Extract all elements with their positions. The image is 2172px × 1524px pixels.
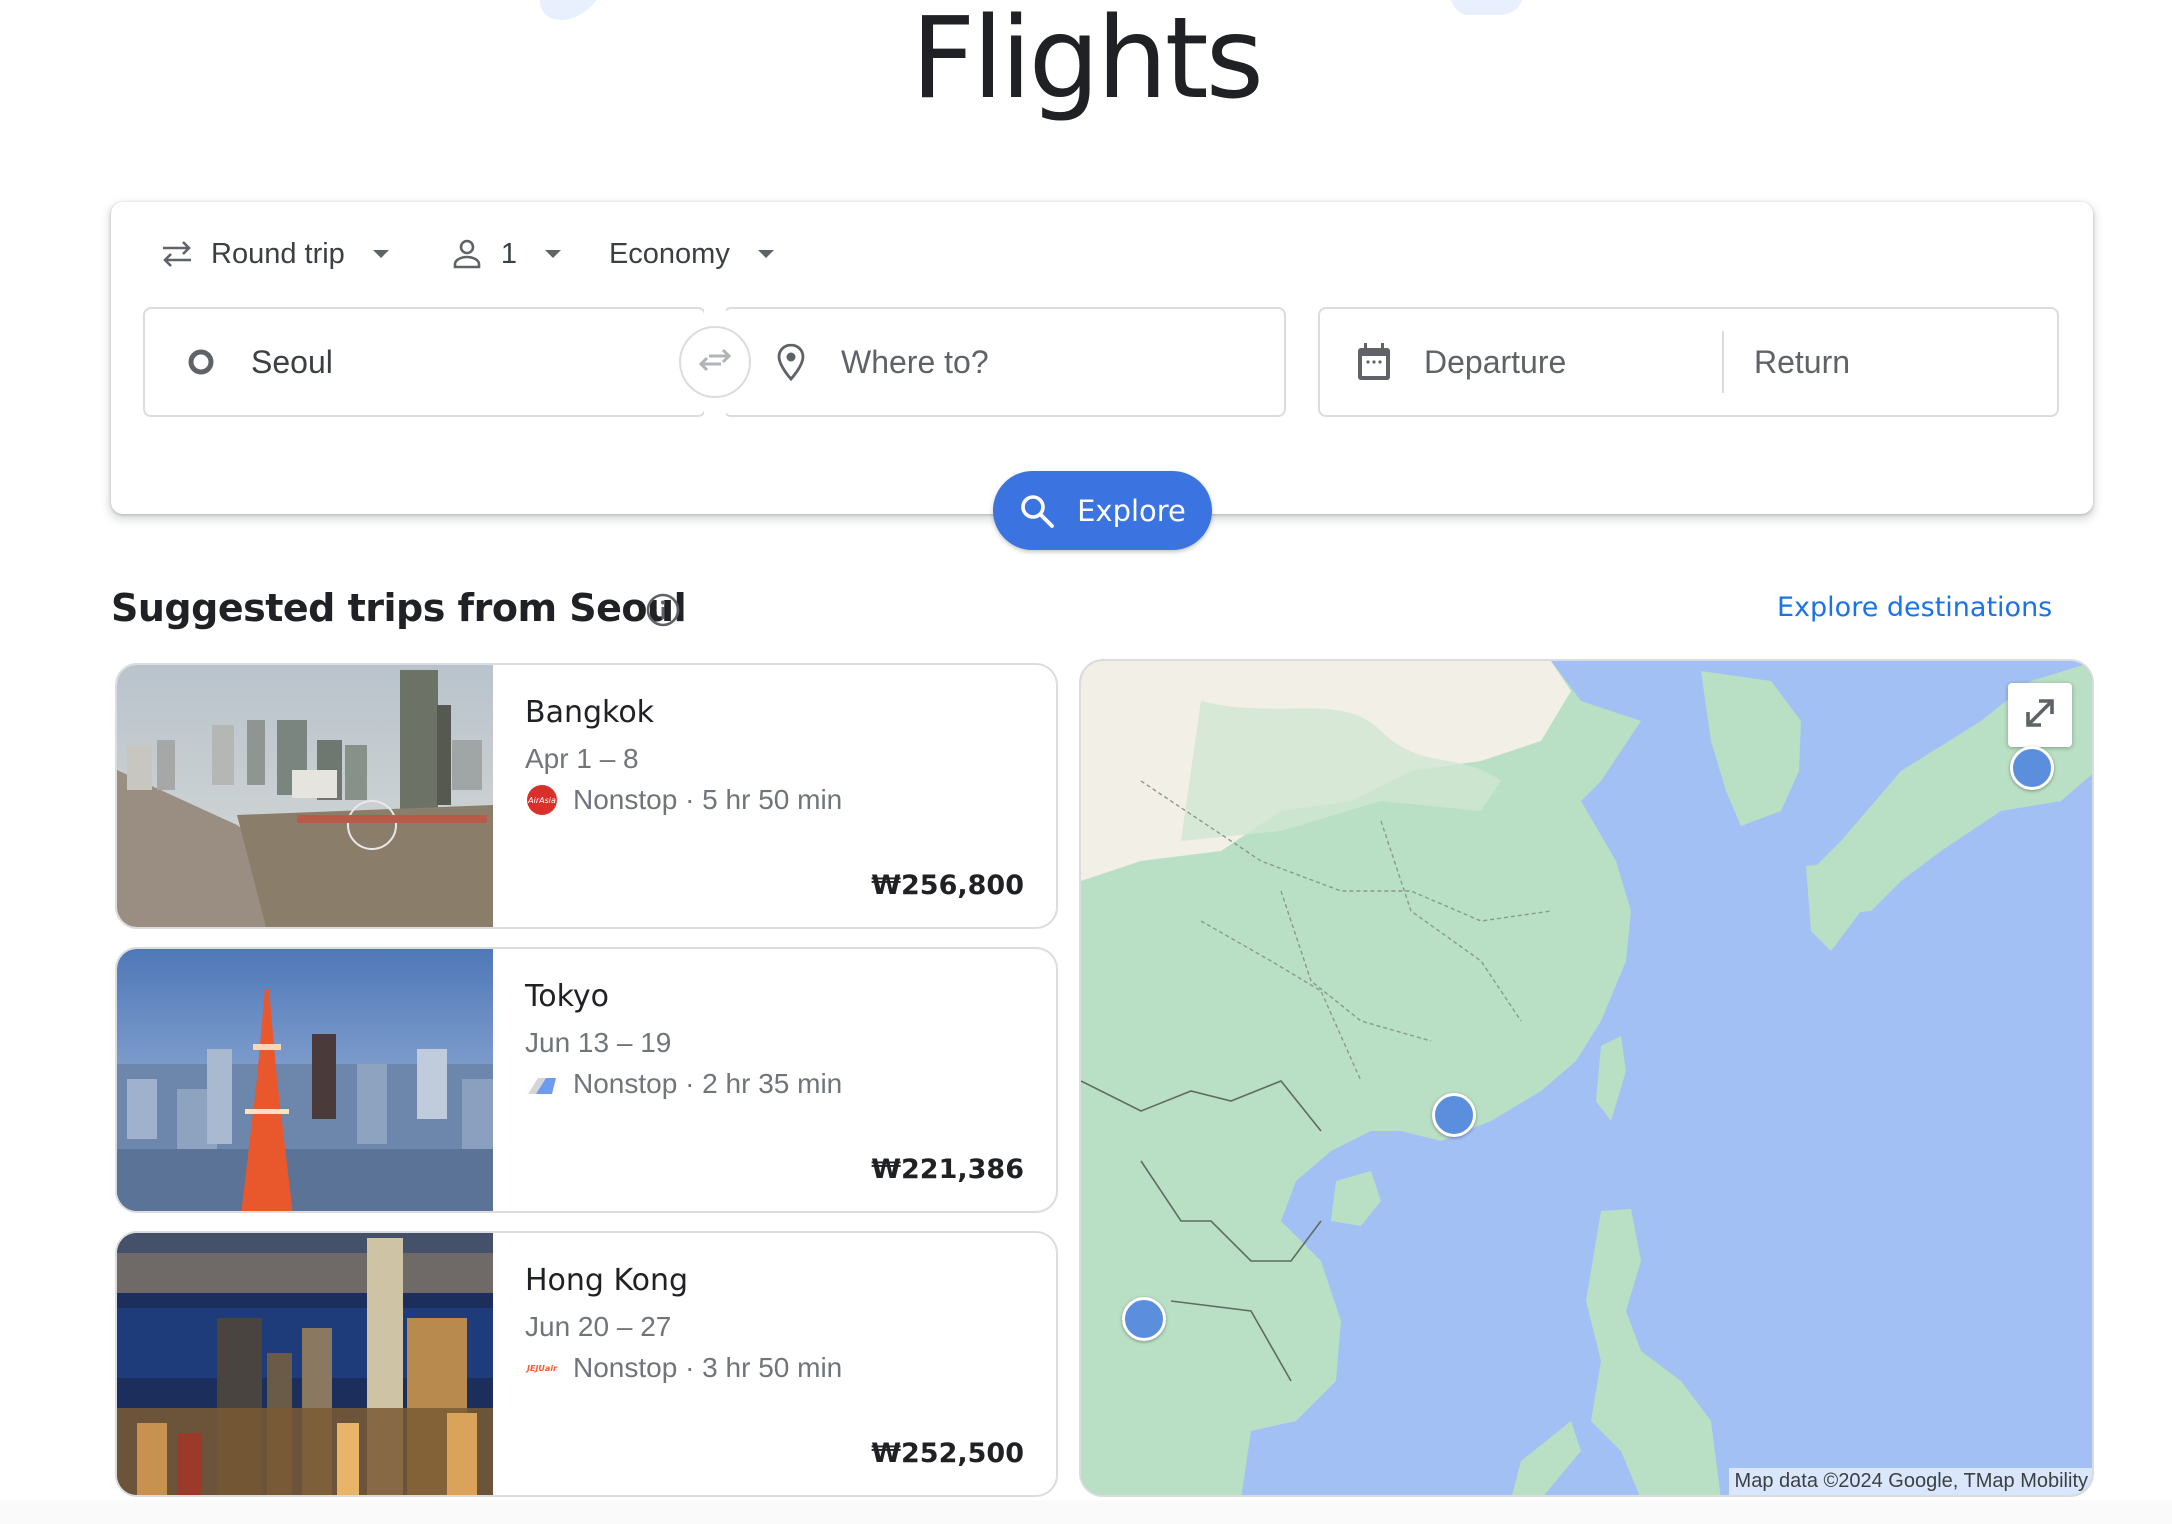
expand-map-button[interactable]: [2008, 683, 2072, 747]
swap-arrows-icon: [695, 345, 735, 380]
trip-dates: Apr 1 – 8: [525, 743, 639, 774]
passengers-value: 1: [500, 237, 517, 270]
destinations-map[interactable]: Map data ©2024 Google, TMap Mobility: [1079, 659, 2094, 1497]
destination-photo: [117, 1233, 493, 1495]
expand-icon: [2020, 693, 2060, 738]
swap-horiz-icon: [159, 236, 195, 272]
cabin-class-value: Economy: [608, 237, 730, 270]
page-bottom-band: [0, 1500, 2172, 1524]
info-icon[interactable]: [645, 592, 681, 628]
destination-photo: [117, 665, 493, 927]
map-attribution: Map data ©2024 Google, TMap Mobility: [1728, 1468, 2092, 1495]
airline-logo-airpremia-icon: [525, 1067, 559, 1101]
trip-card[interactable]: Tokyo Jun 13 – 19 Nonstop · 2 hr 35 min …: [115, 947, 1058, 1213]
location-pin-icon: [771, 342, 811, 382]
svg-text:JEJUair: JEJUair: [525, 1364, 558, 1373]
trip-price: ₩252,500: [871, 1438, 1024, 1469]
map-marker-bangkok[interactable]: [1122, 1297, 1166, 1341]
flight-summary: Nonstop · 5 hr 50 min: [573, 784, 843, 815]
trip-city: Hong Kong: [525, 1263, 689, 1298]
trip-info: Hong Kong Jun 20 – 27 JEJUair Nonstop · …: [525, 1233, 1026, 1495]
explore-button[interactable]: Explore: [993, 471, 1212, 550]
departure-date-input[interactable]: Departure: [1354, 309, 1722, 415]
map-base-layer: [1081, 661, 2092, 1495]
origin-value: Seoul: [251, 343, 333, 380]
return-placeholder: Return: [1754, 343, 1851, 380]
chevron-down-icon: [757, 250, 774, 258]
trip-price: ₩221,386: [871, 1154, 1024, 1185]
return-date-input[interactable]: Return: [1724, 309, 2057, 415]
trip-city: Tokyo: [525, 979, 609, 1014]
passengers-select[interactable]: 1: [449, 230, 561, 278]
trip-price: ₩256,800: [871, 870, 1024, 901]
airline-logo-airasia-icon: AirAsia: [525, 783, 559, 817]
trip-info: Bangkok Apr 1 – 8 AirAsia Nonstop · 5 hr…: [525, 665, 1026, 927]
flight-summary: Nonstop · 3 hr 50 min: [573, 1352, 843, 1383]
chevron-down-icon: [372, 250, 389, 258]
svg-text:AirAsia: AirAsia: [527, 796, 556, 805]
trip-type-value: Round trip: [211, 237, 345, 270]
swap-locations-button[interactable]: [679, 326, 751, 398]
origin-input[interactable]: Seoul: [143, 307, 706, 417]
explore-destinations-link[interactable]: Explore destinations: [1777, 592, 2052, 623]
departure-placeholder: Departure: [1424, 343, 1567, 380]
cabin-class-select[interactable]: Economy: [609, 230, 774, 278]
page-title: Flights: [911, 0, 1264, 124]
trip-info: Tokyo Jun 13 – 19 Nonstop · 2 hr 35 min …: [525, 949, 1026, 1211]
person-icon: [449, 236, 485, 272]
section-title: Suggested trips from Seoul: [111, 586, 687, 630]
search-icon: [1019, 493, 1055, 529]
map-marker-hong-kong[interactable]: [1432, 1093, 1476, 1137]
calendar-icon: [1354, 342, 1394, 382]
trip-dates: Jun 20 – 27: [525, 1311, 672, 1342]
circle-origin-icon: [181, 342, 221, 382]
search-options-row: Round trip 1 Economy: [159, 230, 774, 278]
trip-city: Bangkok: [525, 695, 655, 730]
destination-placeholder: Where to?: [841, 343, 989, 380]
trip-flight-info: JEJUair Nonstop · 3 hr 50 min: [525, 1351, 842, 1385]
trip-flight-info: AirAsia Nonstop · 5 hr 50 min: [525, 783, 842, 817]
chevron-down-icon: [544, 250, 561, 258]
destination-photo: [117, 949, 493, 1211]
date-range-input: Departure Return: [1318, 307, 2059, 417]
trip-card[interactable]: Bangkok Apr 1 – 8 AirAsia Nonstop · 5 hr…: [115, 663, 1058, 929]
trip-card[interactable]: Hong Kong Jun 20 – 27 JEJUair Nonstop · …: [115, 1231, 1058, 1497]
search-panel: Round trip 1 Economy Seoul Where to? Dep…: [111, 202, 2093, 514]
trip-flight-info: Nonstop · 2 hr 35 min: [525, 1067, 842, 1101]
explore-label: Explore: [1077, 493, 1186, 528]
trip-type-select[interactable]: Round trip: [159, 230, 389, 278]
trip-dates: Jun 13 – 19: [525, 1027, 672, 1058]
map-marker-tokyo[interactable]: [2010, 746, 2054, 790]
destination-input[interactable]: Where to?: [723, 307, 1286, 417]
flight-summary: Nonstop · 2 hr 35 min: [573, 1068, 843, 1099]
airline-logo-jejuair-icon: JEJUair: [525, 1351, 559, 1385]
